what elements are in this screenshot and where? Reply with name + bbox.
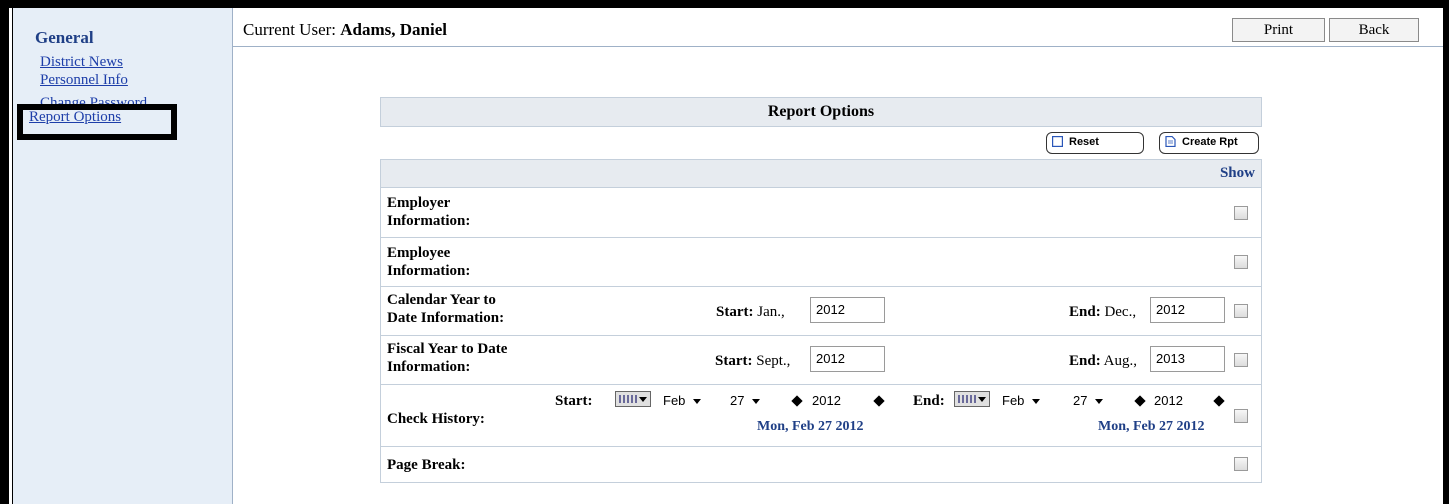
row-label-line1: Employer — [387, 195, 451, 211]
reset-icon — [1052, 136, 1063, 147]
check-history-start-label: Start: — [555, 393, 593, 409]
row-calendar-year: Calendar Year to Date Information: Start… — [381, 287, 1261, 336]
sidebar-item-report-options-highlight[interactable]: Report Options — [17, 104, 177, 140]
reset-button[interactable]: Reset — [1046, 132, 1144, 154]
sidebar-item-change-password[interactable]: Change Password — [40, 92, 147, 104]
end-prev-year-arrow-icon[interactable] — [1134, 395, 1146, 407]
end-next-year-arrow-icon[interactable] — [1213, 395, 1225, 407]
row-label-line2: Information: — [387, 213, 471, 229]
show-column-header: Show — [1219, 165, 1255, 181]
end-month-select[interactable]: Feb — [1002, 393, 1041, 408]
check-history-show-checkbox[interactable] — [1234, 409, 1248, 423]
row-label-line1: Fiscal Year to Date — [387, 341, 508, 357]
sidebar-title: General — [35, 28, 94, 47]
start-calendar-icon[interactable] — [615, 391, 651, 407]
row-check-history: Check History: Start: Feb 27 2012 Mon, F… — [381, 385, 1261, 447]
start-year-field[interactable]: 2012 — [812, 393, 841, 408]
end-day-select[interactable]: 27 — [1073, 393, 1104, 408]
row-label: Employee Information: — [387, 244, 470, 280]
sidebar-item-personnel-info[interactable]: Personnel Info — [40, 72, 128, 89]
current-user: Current User: Adams, Daniel — [243, 20, 447, 40]
header-bar: Current User: Adams, Daniel Print Back — [233, 8, 1443, 47]
back-button[interactable]: Back — [1329, 18, 1419, 42]
create-report-button[interactable]: Create Rpt — [1159, 132, 1259, 154]
chevron-down-icon — [693, 399, 702, 405]
window-frame-right — [1443, 0, 1449, 504]
start-month-select[interactable]: Feb — [663, 393, 702, 408]
row-label: Check History: — [387, 411, 485, 427]
document-icon — [1165, 136, 1176, 147]
row-label-line2: Information: — [387, 263, 471, 279]
row-label-line1: Calendar Year to — [387, 292, 496, 308]
report-options-title: Report Options — [380, 97, 1262, 127]
calendar-start-year-input[interactable]: 2012 — [810, 297, 885, 323]
end-year-field[interactable]: 2012 — [1154, 393, 1183, 408]
chevron-down-icon — [1095, 399, 1104, 405]
row-employer-information: Employer Information: — [381, 188, 1261, 238]
window-frame-left — [0, 0, 9, 504]
window-frame-top — [0, 0, 1449, 8]
check-history-end-label: End: — [913, 393, 945, 409]
table-header-row: Show — [381, 160, 1261, 188]
fiscal-end-label: End: Aug., — [1069, 353, 1137, 369]
report-options-table: Show Employer Information: Employee Info… — [380, 159, 1262, 483]
reset-label: Reset — [1069, 136, 1099, 148]
page-break-checkbox[interactable] — [1234, 457, 1248, 471]
row-label: Page Break: — [387, 457, 466, 473]
row-label: Employer Information: — [387, 194, 470, 230]
row-label: Fiscal Year to Date Information: — [387, 340, 507, 376]
start-day-select[interactable]: 27 — [730, 393, 761, 408]
chevron-down-icon — [1032, 399, 1041, 405]
create-report-label: Create Rpt — [1182, 136, 1238, 148]
start-date-display: Mon, Feb 27 2012 — [757, 419, 864, 434]
row-employee-information: Employee Information: — [381, 238, 1261, 287]
calendar-end-year-input[interactable]: 2012 — [1150, 297, 1225, 323]
print-button[interactable]: Print — [1232, 18, 1325, 42]
start-next-year-arrow-icon[interactable] — [873, 395, 885, 407]
fiscal-start-label: Start: Sept., — [715, 353, 791, 369]
calendar-start-label: Start: Jan., — [716, 304, 785, 320]
current-user-label: Current User: — [243, 20, 337, 39]
start-prev-year-arrow-icon[interactable] — [791, 395, 803, 407]
sidebar: General District News Personnel Info Cha… — [13, 8, 233, 504]
row-fiscal-year: Fiscal Year to Date Information: Start: … — [381, 336, 1261, 385]
row-label-line2: Date Information: — [387, 310, 505, 326]
current-user-name: Adams, Daniel — [340, 20, 447, 39]
sidebar-item-district-news[interactable]: District News — [40, 54, 123, 71]
row-page-break: Page Break: — [381, 447, 1261, 482]
row-label: Calendar Year to Date Information: — [387, 291, 504, 327]
fiscal-year-show-checkbox[interactable] — [1234, 353, 1248, 367]
fiscal-end-year-input[interactable]: 2013 — [1150, 346, 1225, 372]
sidebar-item-report-options[interactable]: Report Options — [29, 109, 121, 126]
calendar-end-label: End: Dec., — [1069, 304, 1137, 320]
chevron-down-icon — [752, 399, 761, 405]
end-calendar-icon[interactable] — [954, 391, 990, 407]
employer-show-checkbox[interactable] — [1234, 206, 1248, 220]
fiscal-start-year-input[interactable]: 2012 — [810, 346, 885, 372]
employee-show-checkbox[interactable] — [1234, 255, 1248, 269]
row-label-line1: Employee — [387, 245, 451, 261]
end-date-display: Mon, Feb 27 2012 — [1098, 419, 1205, 434]
calendar-year-show-checkbox[interactable] — [1234, 304, 1248, 318]
row-label-line2: Information: — [387, 359, 471, 375]
